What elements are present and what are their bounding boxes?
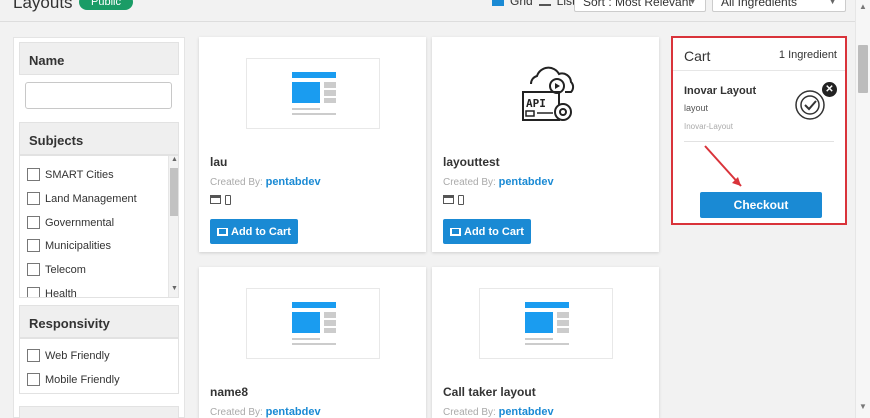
cart-item: Inovar Layout layout Inovar-Layout xyxy=(684,85,756,131)
card-author: Created By: pentabdev xyxy=(210,176,321,188)
mobile-icon xyxy=(225,195,231,205)
cart-count: 1 Ingredient xyxy=(778,49,837,61)
card-title[interactable]: lau xyxy=(210,155,227,169)
add-to-cart-label: Add to Cart xyxy=(231,225,291,238)
checkbox-label: Telecom xyxy=(45,264,86,276)
chevron-down-icon: ▼ xyxy=(828,0,837,6)
card-author: Created By: pentabdev xyxy=(443,406,554,418)
cart-item-name: Inovar Layout xyxy=(684,85,757,97)
page-title: Layouts xyxy=(13,0,73,12)
name-filter-header: Name xyxy=(19,42,179,75)
next-filter-header xyxy=(19,406,179,418)
layout-card[interactable]: lau Created By: pentabdev Add to Cart xyxy=(199,37,426,252)
author-link[interactable]: pentabdev xyxy=(499,176,554,188)
checkbox-label: Governmental xyxy=(45,217,115,229)
scrollbar-thumb[interactable] xyxy=(858,45,868,93)
scroll-down-icon[interactable]: ▼ xyxy=(171,285,178,292)
add-to-cart-button[interactable]: Add to Cart xyxy=(210,219,298,244)
layout-card[interactable]: name8 Created By: pentabdev xyxy=(199,267,426,418)
name-filter-input[interactable] xyxy=(25,82,172,109)
responsivity-list: Web Friendly Mobile Friendly xyxy=(19,338,179,394)
cart-icon xyxy=(450,227,461,236)
public-badge[interactable]: Public xyxy=(79,0,133,10)
subjects-list: SMART Cities Land Management Governmenta… xyxy=(19,155,179,298)
layout-thumbnail xyxy=(246,288,380,359)
device-support xyxy=(210,195,231,205)
author-link[interactable]: pentabdev xyxy=(266,406,321,418)
layout-card[interactable]: API layouttest Created By: pentabdev Add… xyxy=(432,37,659,252)
api-icon: API xyxy=(522,66,575,121)
card-title[interactable]: Call taker layout xyxy=(443,385,536,399)
cart-icon xyxy=(217,227,228,236)
sort-select[interactable]: Sort : Most Relevant ▼ xyxy=(574,0,706,12)
ingredient-filter-value: All Ingredients xyxy=(721,0,798,9)
cart-header: Cart 1 Ingredient xyxy=(673,38,845,71)
list-view-button[interactable]: List xyxy=(557,0,576,8)
cart-title: Cart xyxy=(684,48,711,64)
filter-sidebar: Name Subjects SMART Cities Land Manageme… xyxy=(13,37,185,418)
layout-card[interactable]: Call taker layout Created By: pentabdev xyxy=(432,267,659,418)
ingredient-filter-select[interactable]: All Ingredients ▼ xyxy=(712,0,846,12)
grid-view-button[interactable]: Grid xyxy=(510,0,533,8)
checkbox-label: SMART Cities xyxy=(45,169,114,181)
page-scrollbar[interactable]: ▲ ▼ xyxy=(855,0,870,418)
scroll-up-icon[interactable]: ▲ xyxy=(859,2,867,11)
annotation-arrow xyxy=(704,145,742,187)
mobile-icon xyxy=(458,195,464,205)
subjects-scrollbar[interactable]: ▲ ▼ xyxy=(168,156,178,297)
device-support xyxy=(443,195,464,205)
scroll-down-icon[interactable]: ▼ xyxy=(859,402,867,411)
chevron-down-icon: ▼ xyxy=(688,0,697,6)
list-icon[interactable] xyxy=(538,0,551,6)
cart-panel: Cart 1 Ingredient Inovar Layout layout I… xyxy=(671,36,847,225)
checkout-button[interactable]: Checkout xyxy=(700,192,822,218)
card-author: Created By: pentabdev xyxy=(210,406,321,418)
author-link[interactable]: pentabdev xyxy=(266,176,321,188)
svg-text:API: API xyxy=(526,97,546,110)
cart-item-org: Inovar-Layout xyxy=(684,122,733,131)
checkbox[interactable] xyxy=(27,349,40,362)
responsivity-filter-header: Responsivity xyxy=(19,305,179,338)
checkbox[interactable] xyxy=(27,263,40,276)
checkbox-label: Health xyxy=(45,288,77,298)
layout-thumbnail xyxy=(479,288,613,359)
view-toggle: Grid List xyxy=(492,0,575,8)
checkbox-label: Land Management xyxy=(45,193,137,205)
checkbox[interactable] xyxy=(27,192,40,205)
created-by-label: Created By: xyxy=(210,407,263,418)
sort-select-value: Sort : Most Relevant xyxy=(583,0,692,9)
desktop-icon xyxy=(443,195,454,204)
remove-item-button[interactable]: ✕ xyxy=(822,82,837,97)
created-by-label: Created By: xyxy=(210,177,263,188)
checkbox[interactable] xyxy=(27,287,40,297)
created-by-label: Created By: xyxy=(443,177,496,188)
desktop-icon xyxy=(210,195,221,204)
checkbox[interactable] xyxy=(27,216,40,229)
card-author: Created By: pentabdev xyxy=(443,176,554,188)
add-to-cart-button[interactable]: Add to Cart xyxy=(443,219,531,244)
add-to-cart-label: Add to Cart xyxy=(464,225,524,238)
top-bar: Layouts Public Grid List Sort : Most Rel… xyxy=(0,0,855,22)
scrollbar-thumb[interactable] xyxy=(170,168,178,216)
cart-item-type: layout xyxy=(684,103,709,113)
checkbox[interactable] xyxy=(27,373,40,386)
scroll-up-icon[interactable]: ▲ xyxy=(171,156,178,163)
checkbox-label: Web Friendly xyxy=(45,350,110,362)
card-title[interactable]: name8 xyxy=(210,385,248,399)
grid-icon[interactable] xyxy=(492,0,504,6)
checkbox[interactable] xyxy=(27,239,40,252)
subjects-filter-header: Subjects xyxy=(19,122,179,155)
author-link[interactable]: pentabdev xyxy=(499,406,554,418)
checkbox-label: Municipalities xyxy=(45,240,112,252)
card-title[interactable]: layouttest xyxy=(443,155,500,169)
checkbox[interactable] xyxy=(27,168,40,181)
created-by-label: Created By: xyxy=(443,407,496,418)
api-thumbnail: API xyxy=(479,58,613,129)
layout-thumbnail xyxy=(246,58,380,129)
checkbox-label: Mobile Friendly xyxy=(45,374,120,386)
